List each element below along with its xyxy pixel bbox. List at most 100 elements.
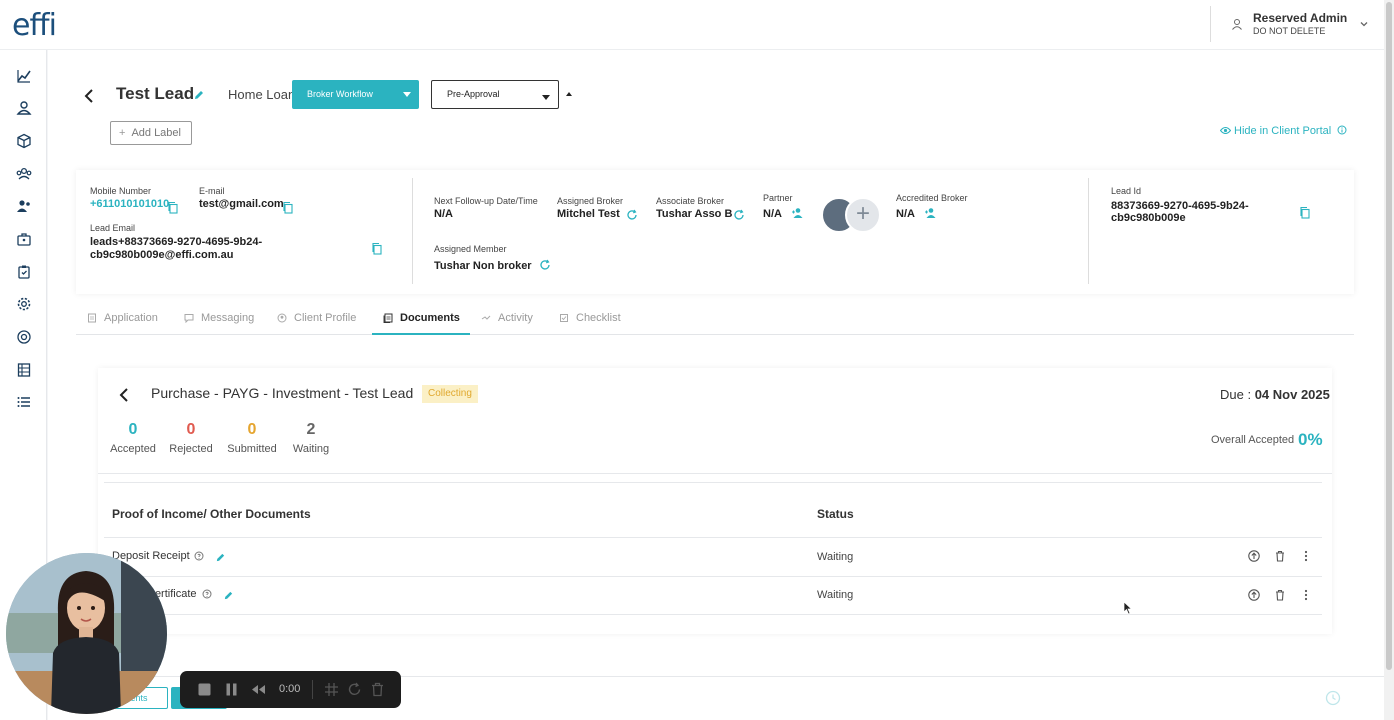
back-chevron-icon[interactable]	[82, 88, 96, 104]
cube-icon[interactable]	[16, 133, 32, 149]
upload-icon[interactable]	[1248, 550, 1260, 562]
divider	[104, 482, 1322, 483]
upload-icon[interactable]	[1248, 589, 1260, 601]
stop-icon[interactable]	[197, 682, 212, 697]
eye-icon	[1219, 127, 1232, 134]
stat-waiting-count: 2	[306, 421, 316, 438]
clipboard-check-icon[interactable]	[16, 264, 32, 280]
refresh-icon[interactable]	[733, 209, 745, 221]
lead-email-label: Lead Email	[90, 223, 136, 233]
section-header: Proof of Income/ Other Documents	[112, 507, 311, 521]
assigned-member-value: Tushar Non broker	[434, 260, 532, 272]
add-person-icon[interactable]	[924, 207, 938, 219]
add-avatar-button[interactable]: +	[845, 197, 881, 233]
status-column-header: Status	[817, 507, 854, 521]
list-icon[interactable]	[16, 394, 32, 410]
assigned-broker-label: Assigned Broker	[557, 196, 624, 206]
help-circle-icon[interactable]	[194, 551, 204, 561]
scrollbar-thumb[interactable]	[1386, 2, 1392, 670]
copy-icon[interactable]	[167, 201, 179, 214]
tab-messaging[interactable]: Messaging	[184, 312, 254, 324]
scrollbar[interactable]	[1384, 0, 1394, 720]
partner-label: Partner	[763, 193, 793, 203]
edit-pencil-icon[interactable]	[193, 89, 205, 101]
stat-accepted-label: Accepted	[110, 443, 156, 455]
divider	[312, 680, 313, 699]
edit-pencil-icon[interactable]	[215, 552, 226, 563]
copy-icon[interactable]	[282, 201, 294, 214]
workflow-dropdown[interactable]: Broker Workflow	[292, 80, 419, 109]
partner-value: N/A	[763, 208, 782, 220]
associate-broker-label: Associate Broker	[656, 196, 725, 206]
more-vertical-icon[interactable]	[1300, 550, 1312, 562]
user-name: Reserved Admin	[1253, 10, 1348, 25]
hide-in-client-portal-link[interactable]: Hide in Client Portal	[1219, 125, 1347, 137]
table-icon[interactable]	[16, 362, 32, 378]
dollar-circle-icon[interactable]	[16, 329, 32, 345]
tab-checklist[interactable]: Checklist	[559, 312, 621, 324]
users-group-icon[interactable]	[16, 166, 32, 182]
tab-label: Client Profile	[294, 312, 357, 324]
grid-icon[interactable]	[324, 682, 339, 697]
due-date-value: 04 Nov 2025	[1254, 387, 1330, 402]
copy-icon[interactable]	[1299, 206, 1311, 219]
webcam-presenter-bubble	[6, 553, 167, 714]
trash-icon[interactable]	[1274, 550, 1286, 562]
restart-icon[interactable]	[347, 682, 362, 697]
mobile-number[interactable]: +611010101010	[90, 198, 169, 210]
copy-icon[interactable]	[371, 242, 383, 255]
due-label: Due :	[1220, 387, 1252, 402]
tab-documents[interactable]: Documents	[383, 312, 460, 324]
user-icon[interactable]	[16, 198, 32, 214]
tab-activity[interactable]: Activity	[481, 312, 533, 324]
refresh-icon[interactable]	[626, 209, 638, 221]
recording-timer: 0:00	[279, 683, 301, 695]
checklist-icon	[560, 314, 568, 322]
chart-line-icon[interactable]	[16, 68, 32, 84]
stage-select[interactable]: Pre-Approval	[431, 80, 559, 109]
documents-icon	[383, 313, 393, 323]
trash-icon[interactable]	[1274, 589, 1286, 601]
email-label: E-mail	[199, 186, 225, 196]
info-circle-icon	[1337, 125, 1347, 135]
refresh-icon[interactable]	[539, 259, 551, 271]
followup-value[interactable]: N/A	[434, 208, 453, 220]
documents-card	[98, 368, 1332, 634]
tab-label: Application	[104, 312, 158, 324]
effi-logo[interactable]: effi	[12, 8, 57, 43]
activity-icon	[481, 315, 491, 320]
trash-icon[interactable]	[370, 682, 385, 697]
tab-application[interactable]: Application	[87, 312, 158, 324]
help-circle-icon[interactable]	[202, 589, 212, 599]
rewind-icon[interactable]	[251, 682, 266, 697]
overall-accepted-value: 0%	[1298, 430, 1323, 449]
edit-pencil-icon[interactable]	[223, 590, 234, 601]
assigned-member-label: Assigned Member	[434, 244, 507, 254]
overall-accepted-label: Overall Accepted	[1211, 434, 1295, 446]
profile-icon	[277, 313, 287, 323]
caret-up-icon[interactable]	[566, 92, 572, 96]
stat-submitted-count: 0	[247, 421, 257, 438]
chevron-down-icon[interactable]	[1359, 19, 1369, 29]
more-vertical-icon[interactable]	[1300, 589, 1312, 601]
stat-accepted-count: 0	[128, 421, 138, 438]
document-name[interactable]: Deposit Receipt	[112, 550, 190, 562]
document-status: Waiting	[817, 551, 854, 563]
settings-cog-icon[interactable]	[16, 296, 32, 312]
pause-icon[interactable]	[224, 682, 239, 697]
loan-type: Home Loan	[228, 87, 296, 102]
tab-label: Activity	[498, 312, 533, 324]
tab-label: Checklist	[576, 312, 621, 324]
chat-support-icon[interactable]	[1325, 690, 1341, 706]
person-money-icon[interactable]	[16, 100, 32, 116]
briefcase-icon[interactable]	[16, 231, 32, 247]
tab-client-profile[interactable]: Client Profile	[277, 312, 356, 324]
lead-id-line1: 88373669-9270-4695-9b24-	[1111, 200, 1249, 212]
add-label-button[interactable]: + Add Label	[110, 121, 192, 145]
stat-submitted-label: Submitted	[227, 443, 277, 455]
add-person-icon[interactable]	[791, 207, 805, 219]
caret-down-icon	[403, 92, 411, 97]
user-menu[interactable]: Reserved Admin DO NOT DELETE	[1210, 6, 1369, 42]
back-chevron-icon[interactable]	[118, 387, 130, 403]
screen-recorder-toolbar: 0:00	[180, 671, 401, 708]
